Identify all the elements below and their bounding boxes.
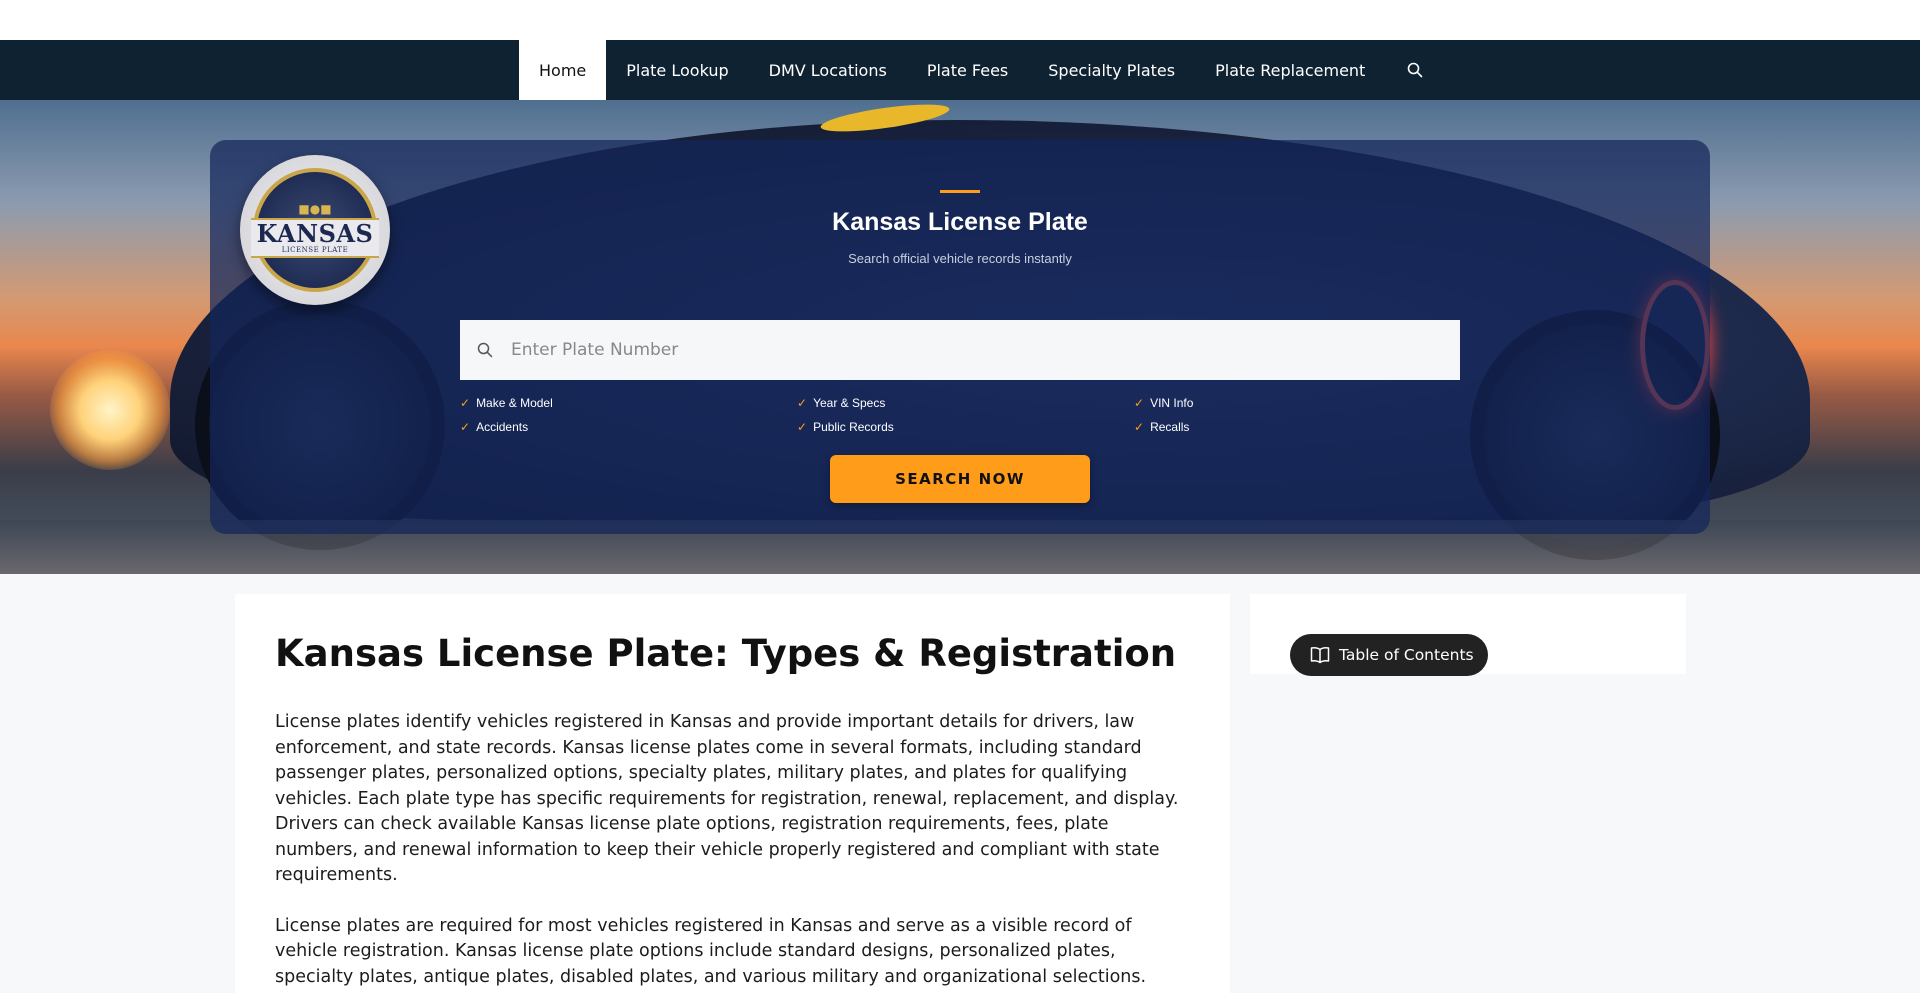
logo-inner: ■●■ KANSAS LICENSE PLATE (251, 168, 379, 292)
check-icon: ✓ (797, 395, 808, 410)
logo-subtitle: LICENSE PLATE (281, 245, 349, 254)
plate-number-input[interactable] (510, 320, 1410, 380)
check-icon: ✓ (460, 419, 471, 434)
main-navigation: Home Plate Lookup DMV Locations Plate Fe… (0, 40, 1920, 100)
check-icon: ✓ (1134, 395, 1145, 410)
feature-label: VIN Info (1150, 395, 1194, 410)
nav-item-plate-lookup[interactable]: Plate Lookup (606, 40, 748, 100)
feature-item: ✓ Make & Model (460, 395, 797, 410)
kansas-license-plate-logo[interactable]: ■●■ KANSAS LICENSE PLATE (240, 155, 390, 305)
search-icon (1408, 62, 1423, 78)
nav-search-button[interactable] (1385, 40, 1445, 100)
nav-item-plate-fees[interactable]: Plate Fees (907, 40, 1028, 100)
nav-item-plate-replacement[interactable]: Plate Replacement (1195, 40, 1385, 100)
nav-item-specialty-plates[interactable]: Specialty Plates (1028, 40, 1195, 100)
feature-item: ✓ Public Records (797, 419, 1134, 434)
nav-item-home[interactable]: Home (519, 40, 607, 100)
check-icon: ✓ (460, 395, 471, 410)
car-emblem-icon: ■●■ (298, 201, 332, 216)
book-icon (1310, 647, 1330, 664)
check-icon: ✓ (1134, 419, 1145, 434)
table-of-contents-button[interactable]: Table of Contents (1290, 634, 1488, 676)
feature-item: ✓ Recalls (1134, 419, 1470, 434)
check-icon: ✓ (797, 419, 808, 434)
feature-label: Make & Model (476, 395, 553, 410)
nav-item-dmv-locations[interactable]: DMV Locations (749, 40, 907, 100)
feature-item: ✓ Year & Specs (797, 395, 1134, 410)
article-paragraph: License plates identify vehicles registe… (275, 712, 1179, 885)
top-bar (0, 0, 1920, 40)
toc-label: Table of Contents (1339, 646, 1474, 664)
feature-list: ✓ Make & Model ✓ Year & Specs ✓ VIN Info ✓ A… (460, 395, 1470, 434)
nav-items: Home Plate Lookup DMV Locations Plate Fe… (519, 40, 1445, 100)
feature-item: ✓ VIN Info (1134, 395, 1470, 410)
hero-title: Kansas License Plate (832, 208, 1088, 236)
logo-title: KANSAS (256, 218, 374, 248)
sunset-sun (50, 350, 170, 470)
feature-item: ✓ Accidents (460, 419, 797, 434)
search-icon (460, 342, 510, 358)
hero-subtitle: Search official vehicle records instantl… (848, 251, 1072, 266)
plate-search-box (460, 320, 1460, 380)
feature-label: Year & Specs (813, 395, 886, 410)
logo-banner: KANSAS LICENSE PLATE (251, 217, 379, 258)
feature-label: Public Records (813, 419, 894, 434)
feature-label: Recalls (1150, 419, 1190, 434)
title-accent-line (940, 190, 980, 193)
article-paragraph: License plates are required for most veh… (275, 915, 1147, 993)
article-content: Kansas License Plate: Types & Registrati… (235, 594, 1230, 993)
search-now-button[interactable]: SEARCH NOW (830, 455, 1090, 503)
feature-label: Accidents (476, 419, 529, 434)
page-title: Kansas License Plate: Types & Registrati… (275, 632, 1177, 675)
